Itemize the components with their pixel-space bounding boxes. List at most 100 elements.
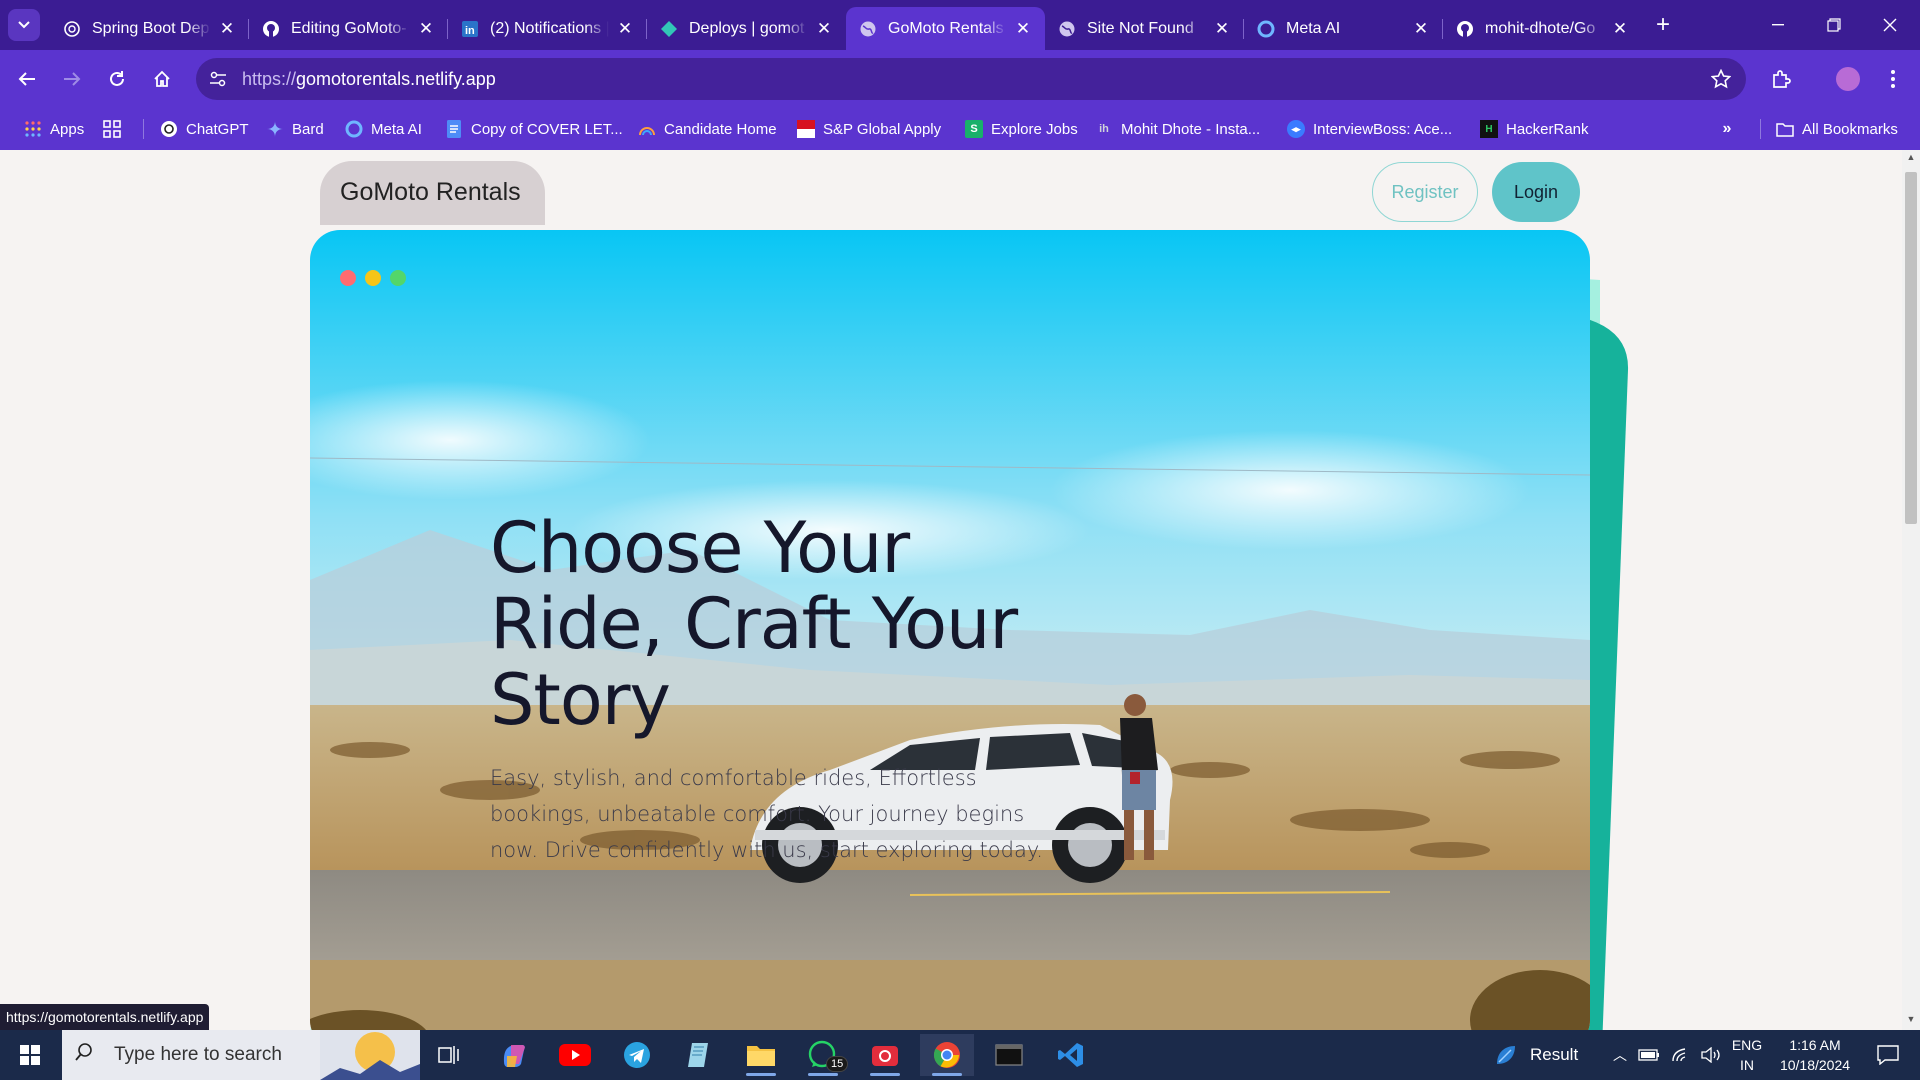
brand-logo-text[interactable]: GoMoto Rentals <box>340 178 521 207</box>
show-hidden-icons-button[interactable]: ︿ <box>1606 1034 1634 1076</box>
bookmark-cover-letter[interactable]: Copy of COVER LET... <box>445 108 623 150</box>
search-icon <box>74 1042 114 1068</box>
taskbar-whatsapp[interactable]: 15 <box>796 1034 850 1076</box>
site-info-button[interactable] <box>200 61 236 97</box>
close-icon[interactable]: ✕ <box>416 19 436 39</box>
page-scrollbar[interactable]: ▲ ▼ <box>1902 150 1920 1030</box>
home-button[interactable] <box>145 62 179 96</box>
close-icon[interactable]: ✕ <box>217 19 237 39</box>
clock[interactable]: 1:16 AM 10/18/2024 <box>1770 1035 1860 1075</box>
notification-center-button[interactable] <box>1866 1034 1910 1076</box>
tab-spring-boot[interactable]: Spring Boot Dep ✕ <box>50 7 249 50</box>
network-status[interactable] <box>1668 1034 1694 1076</box>
star-icon <box>1711 69 1731 89</box>
taskbar-search[interactable]: Type here to search <box>62 1030 420 1080</box>
windows-taskbar: Type here to search 15 Result ︿ ENG IN 1… <box>0 1030 1920 1080</box>
hero-card: Choose Your Ride, Craft Your Story Easy,… <box>310 230 1590 1030</box>
close-icon[interactable]: ✕ <box>1610 19 1630 39</box>
sparkle-icon <box>266 120 284 138</box>
tab-groups-button[interactable] <box>103 108 129 150</box>
profile-avatar[interactable] <box>1836 67 1860 91</box>
url-text[interactable]: https://gomotorentals.netlify.app <box>242 69 496 90</box>
interviewboss-icon: ◂▸ <box>1287 120 1305 138</box>
wifi-icon <box>1672 1048 1686 1062</box>
minimize-button[interactable] <box>1758 8 1798 42</box>
volume-status[interactable] <box>1698 1034 1724 1076</box>
taskbar-telegram[interactable] <box>610 1034 664 1076</box>
grid-icon <box>103 120 121 138</box>
tab-strip: Spring Boot Dep ✕ Editing GoMoto- ✕ in (… <box>0 0 1920 50</box>
language-code: ENG <box>1731 1037 1763 1053</box>
tab-site-not-found[interactable]: Site Not Found ✕ <box>1045 7 1244 50</box>
address-bar[interactable]: https://gomotorentals.netlify.app <box>196 58 1746 100</box>
all-bookmarks-folder[interactable]: All Bookmarks <box>1776 108 1898 150</box>
bookmark-candidate-home[interactable]: Candidate Home <box>638 108 777 150</box>
taskbar-vscode[interactable] <box>1044 1034 1098 1076</box>
bookmark-explore-jobs[interactable]: S Explore Jobs <box>965 108 1078 150</box>
scroll-up-arrow-icon[interactable]: ▲ <box>1902 152 1920 166</box>
folder-icon <box>1776 120 1794 138</box>
close-icon[interactable]: ✕ <box>1212 19 1232 39</box>
folder-icon <box>747 1046 775 1066</box>
bookmark-sp-global[interactable]: S&P Global Apply <box>797 108 941 150</box>
restore-button[interactable] <box>1814 8 1854 42</box>
browser-menu-button[interactable] <box>1876 62 1910 96</box>
task-view-button[interactable] <box>422 1034 476 1076</box>
extensions-button[interactable] <box>1764 62 1798 96</box>
tab-title: Site Not Found <box>1087 19 1194 37</box>
url-host: gomotorentals.netlify.app <box>296 68 496 89</box>
tab-github-repo[interactable]: mohit-dhote/Go ✕ <box>1443 7 1642 50</box>
forward-button[interactable] <box>55 62 89 96</box>
close-window-button[interactable] <box>1870 8 1910 42</box>
scroll-down-arrow-icon[interactable]: ▼ <box>1902 1014 1920 1028</box>
tab-meta-ai[interactable]: Meta AI ✕ <box>1244 7 1443 50</box>
terminal-icon <box>995 1044 1023 1066</box>
close-icon[interactable]: ✕ <box>1013 19 1033 39</box>
chevron-down-icon <box>18 21 30 29</box>
tab-netlify-deploys[interactable]: Deploys | gomot ✕ <box>647 7 846 50</box>
close-icon[interactable]: ✕ <box>814 19 834 39</box>
battery-status[interactable] <box>1636 1034 1662 1076</box>
taskbar-youtube[interactable] <box>548 1034 602 1076</box>
scroll-thumb[interactable] <box>1905 172 1917 524</box>
status-bar-url: https://gomotorentals.netlify.app <box>0 1004 210 1030</box>
bookmark-meta-ai[interactable]: Meta AI <box>345 108 422 150</box>
bookmark-instahyre[interactable]: ih Mohit Dhote - Insta... <box>1095 108 1260 150</box>
taskbar-copilot[interactable] <box>487 1034 541 1076</box>
more-bookmarks-button[interactable]: » <box>1718 108 1744 150</box>
tab-editing-gomoto[interactable]: Editing GoMoto- ✕ <box>249 7 448 50</box>
taskbar-chrome[interactable] <box>920 1034 974 1076</box>
register-button[interactable]: Register <box>1372 162 1478 222</box>
tab-gomoto-rentals[interactable]: GoMoto Rentals ✕ <box>846 7 1045 50</box>
bookmark-bard[interactable]: Bard <box>266 108 324 150</box>
bookmark-hackerrank[interactable]: H HackerRank <box>1480 108 1589 150</box>
close-icon[interactable]: ✕ <box>615 19 635 39</box>
taskbar-terminal[interactable] <box>982 1034 1036 1076</box>
new-tab-button[interactable]: + <box>1648 10 1678 40</box>
taskbar-file-explorer[interactable] <box>734 1034 788 1076</box>
weather-widget-icon[interactable] <box>1486 1034 1526 1076</box>
login-button[interactable]: Login <box>1492 162 1580 222</box>
docs-icon <box>445 120 463 138</box>
bookmark-label: Explore Jobs <box>991 120 1078 138</box>
tab-search-button[interactable] <box>8 9 40 41</box>
tab-linkedin[interactable]: in (2) Notifications | ✕ <box>448 7 647 50</box>
restore-icon <box>1827 18 1841 32</box>
start-button[interactable] <box>0 1030 60 1080</box>
bookmark-apps[interactable]: Apps <box>24 108 84 150</box>
weather-result-label[interactable]: Result <box>1530 1045 1578 1065</box>
back-button[interactable] <box>10 62 44 96</box>
bookmark-star-button[interactable] <box>1706 64 1736 94</box>
close-icon[interactable]: ✕ <box>1411 19 1431 39</box>
reload-button[interactable] <box>100 62 134 96</box>
hero-title: Choose Your Ride, Craft Your Story <box>490 507 1018 741</box>
apps-grid-icon <box>24 120 42 138</box>
running-indicator <box>746 1073 776 1076</box>
taskbar-notes-app[interactable] <box>672 1034 726 1076</box>
bookmark-interviewboss[interactable]: ◂▸ InterviewBoss: Ace... <box>1287 108 1452 150</box>
bookmark-chatgpt[interactable]: ChatGPT <box>160 108 249 150</box>
tab-title: Spring Boot Dep <box>92 19 210 37</box>
taskbar-screen-recorder[interactable] <box>858 1034 912 1076</box>
input-language[interactable]: ENG IN <box>1726 1035 1768 1075</box>
chevron-double-right-icon: » <box>1722 120 1732 137</box>
